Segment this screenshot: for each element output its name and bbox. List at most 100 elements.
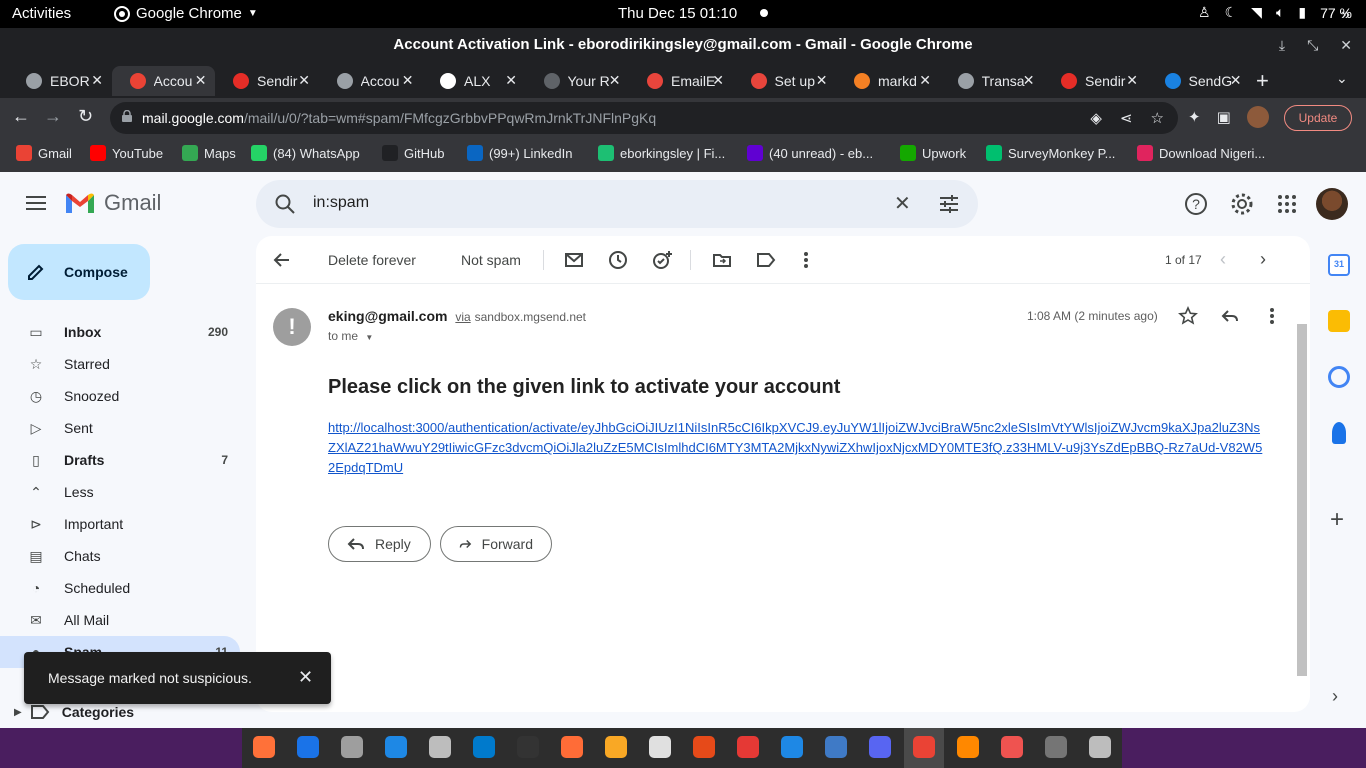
briefcase-icon[interactable]: [429, 736, 451, 758]
add-addon-icon[interactable]: +: [1330, 506, 1344, 534]
close-tab-icon[interactable]: ✕: [712, 72, 724, 89]
browser-tab[interactable]: Accou ✕: [111, 66, 215, 96]
reply-icon[interactable]: [1220, 306, 1240, 326]
close-tab-icon[interactable]: ✕: [402, 72, 414, 89]
tasks-icon[interactable]: [1328, 366, 1350, 388]
bookmarks-overflow-icon[interactable]: »: [1341, 6, 1350, 24]
via-link[interactable]: via: [455, 310, 470, 324]
apps-grid-icon[interactable]: [1276, 193, 1298, 215]
rhythmbox-icon[interactable]: [605, 736, 627, 758]
bookmark-item[interactable]: Upwork: [900, 145, 966, 161]
close-tab-icon[interactable]: ✕: [1023, 72, 1035, 89]
new-tab-button[interactable]: +: [1256, 68, 1269, 94]
settings-gear-icon[interactable]: [1230, 192, 1254, 216]
nav-item-all-mail[interactable]: ✉ All Mail: [0, 604, 240, 636]
discord-icon[interactable]: [869, 736, 891, 758]
categories-item[interactable]: ▶ Categories: [14, 704, 134, 720]
move-to-icon[interactable]: [712, 250, 732, 270]
star-icon[interactable]: [1178, 306, 1198, 326]
scrollbar[interactable]: [1297, 324, 1307, 676]
sender-email[interactable]: eking@gmail.com: [328, 308, 447, 324]
update-button[interactable]: Update: [1284, 105, 1352, 131]
older-chevron-icon[interactable]: ›: [1260, 249, 1266, 270]
search-icon[interactable]: [274, 193, 296, 215]
extensions-icon[interactable]: ✦: [1188, 108, 1201, 126]
nav-item-drafts[interactable]: ▯ Drafts 7: [0, 444, 240, 476]
clock[interactable]: Thu Dec 15 01:10: [618, 5, 737, 22]
chrome-dock-icon[interactable]: [913, 736, 935, 758]
restore-icon[interactable]: ⤡: [1307, 28, 1318, 62]
bookmark-item[interactable]: GitHub: [382, 145, 444, 161]
message-more-icon[interactable]: [1262, 306, 1282, 326]
activation-link[interactable]: http://localhost:3000/authentication/act…: [328, 418, 1264, 478]
writer-icon[interactable]: [385, 736, 407, 758]
bookmark-item[interactable]: eborkingsley | Fi...: [598, 145, 725, 161]
browser-tab[interactable]: Sendir ✕: [215, 66, 318, 96]
browser-tab[interactable]: ALX ✕: [422, 66, 525, 96]
not-spam-button[interactable]: Not spam: [461, 252, 521, 268]
bookmark-item[interactable]: Gmail: [16, 145, 72, 161]
qbittorrent-icon[interactable]: [825, 736, 847, 758]
show-apps-icon[interactable]: [1089, 736, 1111, 758]
clear-search-icon[interactable]: ✕: [894, 191, 911, 216]
vlc-icon[interactable]: [957, 736, 979, 758]
more-options-icon[interactable]: [796, 250, 816, 270]
trash-icon[interactable]: [1045, 736, 1067, 758]
nav-item-chats[interactable]: ▤ Chats: [0, 540, 240, 572]
profile-avatar[interactable]: [1246, 106, 1269, 128]
forward-button[interactable]: Forward: [440, 526, 552, 562]
search-options-icon[interactable]: [938, 194, 960, 214]
dropdown-arrow-icon[interactable]: ▼: [365, 333, 373, 342]
close-tab-icon[interactable]: ✕: [609, 72, 621, 89]
back-to-list-icon[interactable]: [272, 250, 292, 270]
expand-arrow-icon[interactable]: ▶: [14, 707, 22, 718]
label-as-icon[interactable]: [756, 250, 776, 270]
mark-unread-icon[interactable]: [564, 250, 584, 270]
system-tray[interactable]: ♙ ☾ ◥ 🔈︎ ▮ 77 %: [1198, 4, 1352, 21]
app-menu[interactable]: Google Chrome ▼: [114, 5, 258, 22]
calc-icon[interactable]: [1001, 736, 1023, 758]
browser-tab[interactable]: Sendir ✕: [1043, 66, 1146, 96]
close-tab-icon[interactable]: ✕: [1126, 72, 1138, 89]
browser-tab[interactable]: EmailE ✕: [629, 66, 732, 96]
help-icon[interactable]: ?: [1184, 192, 1208, 216]
calendar-icon[interactable]: 31: [1328, 254, 1350, 276]
search-input[interactable]: in:spam: [313, 194, 369, 212]
gmail-logo[interactable]: Gmail: [64, 190, 161, 216]
side-panel-icon[interactable]: ▣: [1217, 108, 1231, 126]
minimize-icon[interactable]: ⤓: [1279, 28, 1285, 62]
close-tab-icon[interactable]: ✕: [298, 72, 310, 89]
tab-search-icon[interactable]: ⌄: [1336, 70, 1348, 87]
browser-tab[interactable]: Accou ✕: [319, 66, 422, 96]
contacts-icon[interactable]: [1332, 422, 1346, 444]
browser-tab[interactable]: Transa ✕: [940, 66, 1043, 96]
bookmark-item[interactable]: SurveyMonkey P...: [986, 145, 1115, 161]
search-bar[interactable]: in:spam ✕: [256, 180, 978, 228]
thunderbird-icon[interactable]: [297, 736, 319, 758]
terminal-icon[interactable]: [517, 736, 539, 758]
recipient-details[interactable]: to me ▼: [328, 329, 373, 343]
vscode-icon[interactable]: [473, 736, 495, 758]
nav-item-snoozed[interactable]: ◷ Snoozed: [0, 380, 240, 412]
files-icon[interactable]: [341, 736, 363, 758]
nav-item-starred[interactable]: ☆ Starred: [0, 348, 240, 380]
close-tab-icon[interactable]: ✕: [919, 72, 931, 89]
browser-tab[interactable]: SendG ✕: [1147, 66, 1250, 96]
clipboard-icon[interactable]: [649, 736, 671, 758]
impress-icon[interactable]: [693, 736, 715, 758]
wps-icon[interactable]: [781, 736, 803, 758]
close-tab-icon[interactable]: ✕: [505, 72, 517, 89]
newer-chevron-icon[interactable]: ‹: [1220, 249, 1226, 270]
main-menu-icon[interactable]: [26, 196, 46, 210]
keep-icon[interactable]: [1328, 310, 1350, 332]
browser-tab[interactable]: Set up ✕: [733, 66, 836, 96]
bookmark-star-icon[interactable]: ☆: [1151, 109, 1164, 127]
back-icon[interactable]: ←: [12, 106, 30, 127]
postman-icon[interactable]: [561, 736, 583, 758]
close-tab-icon[interactable]: ✕: [816, 72, 828, 89]
firefox-icon[interactable]: [253, 736, 275, 758]
bookmark-item[interactable]: Maps: [182, 145, 236, 161]
bookmark-item[interactable]: YouTube: [90, 145, 163, 161]
nav-item-important[interactable]: ⊳ Important: [0, 508, 240, 540]
nav-item-scheduled[interactable]: ◔ Scheduled: [0, 572, 240, 604]
